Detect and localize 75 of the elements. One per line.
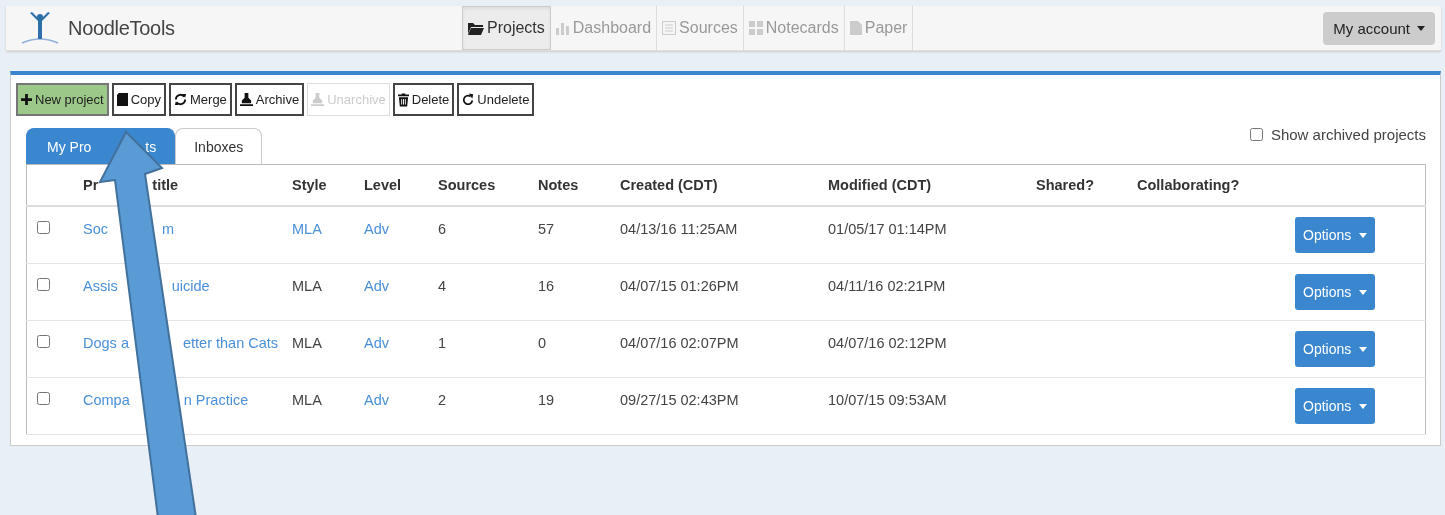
table-cell: 4: [438, 278, 447, 294]
table-cell: 04/07/16 02:07PM: [620, 335, 739, 351]
tab[interactable]: Inboxes: [175, 128, 263, 164]
row-checkbox[interactable]: [37, 335, 50, 348]
caret-icon: [1359, 346, 1368, 352]
style-text: MLA: [292, 278, 322, 294]
table-cell: 1: [438, 335, 447, 351]
table-cell: 09/27/15 02:43PM: [620, 392, 739, 408]
undo-icon: [462, 93, 475, 106]
trash-icon: [397, 92, 409, 107]
list-icon: [662, 21, 677, 35]
toolbar-button[interactable]: Merge: [169, 83, 232, 116]
options-button[interactable]: Options: [1295, 388, 1376, 424]
options-button[interactable]: Options: [1295, 274, 1376, 310]
table-cell: 01/05/17 01:14PM: [828, 221, 947, 237]
nav-tab[interactable]: Projects: [462, 6, 551, 50]
account-button[interactable]: My account: [1323, 11, 1435, 45]
project-title-link[interactable]: Assis uicide: [83, 278, 210, 294]
column-header: Modified (CDT): [828, 177, 932, 193]
column-header: Created (CDT): [620, 177, 718, 193]
bar-chart-icon: [555, 21, 570, 35]
style-text: MLA: [292, 392, 322, 408]
project-title-link[interactable]: Soc m: [83, 221, 175, 237]
stamp-icon: [311, 93, 325, 106]
caret-icon: [1359, 289, 1368, 295]
options-button[interactable]: Options: [1295, 331, 1376, 367]
checkbox-label: Show archived projects: [1270, 126, 1426, 143]
app-logo-text: NoodleTools: [68, 16, 175, 40]
toolbar-button[interactable]: New project: [16, 83, 109, 116]
table-cell: 04/07/16 02:12PM: [828, 335, 947, 351]
level-link[interactable]: Adv: [364, 221, 389, 237]
caret-icon: [1417, 25, 1425, 31]
toolbar-button[interactable]: Undelete: [457, 83, 535, 116]
table-cell: 04/11/16 02:21PM: [828, 278, 946, 294]
table-cell: 19: [538, 392, 555, 408]
table-cell: 2: [438, 392, 447, 408]
project-title-link[interactable]: Dogs a etter than Cats: [83, 335, 279, 351]
stamp-icon: [239, 93, 253, 106]
toolbar-button[interactable]: Copy: [111, 83, 166, 116]
table-cell: 6: [438, 221, 447, 237]
level-link[interactable]: Adv: [364, 392, 389, 408]
table-cell: 16: [538, 278, 555, 294]
grid-icon: [748, 21, 763, 35]
row-checkbox[interactable]: [37, 392, 50, 405]
style-link[interactable]: MLA: [292, 221, 322, 237]
column-header: Level: [364, 177, 402, 193]
table-cell: 10/07/15 09:53AM: [828, 392, 947, 408]
caret-icon: [1359, 403, 1368, 409]
project-title-link[interactable]: Compa n Practice: [83, 392, 249, 408]
checkbox[interactable]: [1249, 128, 1263, 141]
row-checkbox[interactable]: [37, 278, 50, 291]
column-header: Notes: [538, 177, 579, 193]
toolbar-button[interactable]: Delete: [392, 83, 455, 116]
table-cell: 04/07/15 01:26PM: [620, 278, 739, 294]
options-button[interactable]: Options: [1295, 217, 1376, 253]
column-header: Sources: [438, 177, 496, 193]
caret-icon: [1359, 232, 1368, 238]
level-link[interactable]: Adv: [364, 335, 389, 351]
table-cell: 04/13/16 11:25AM: [620, 221, 738, 237]
table-cell: 57: [538, 221, 555, 237]
style-text: MLA: [292, 335, 322, 351]
column-header: Style: [292, 177, 327, 193]
column-header: Pr title: [83, 177, 179, 193]
copy-icon: [116, 93, 128, 106]
document-icon: [849, 21, 862, 35]
toolbar-button[interactable]: Archive: [234, 83, 305, 116]
table-cell: 0: [538, 335, 547, 351]
level-link[interactable]: Adv: [364, 278, 389, 294]
refresh-icon: [174, 93, 187, 106]
folder-icon: [468, 21, 484, 35]
row-checkbox[interactable]: [37, 221, 50, 234]
plus-icon: [21, 94, 32, 105]
column-header: Collaborating?: [1137, 177, 1240, 193]
column-header: Shared?: [1036, 177, 1094, 193]
logo-figure-icon: [20, 11, 60, 45]
